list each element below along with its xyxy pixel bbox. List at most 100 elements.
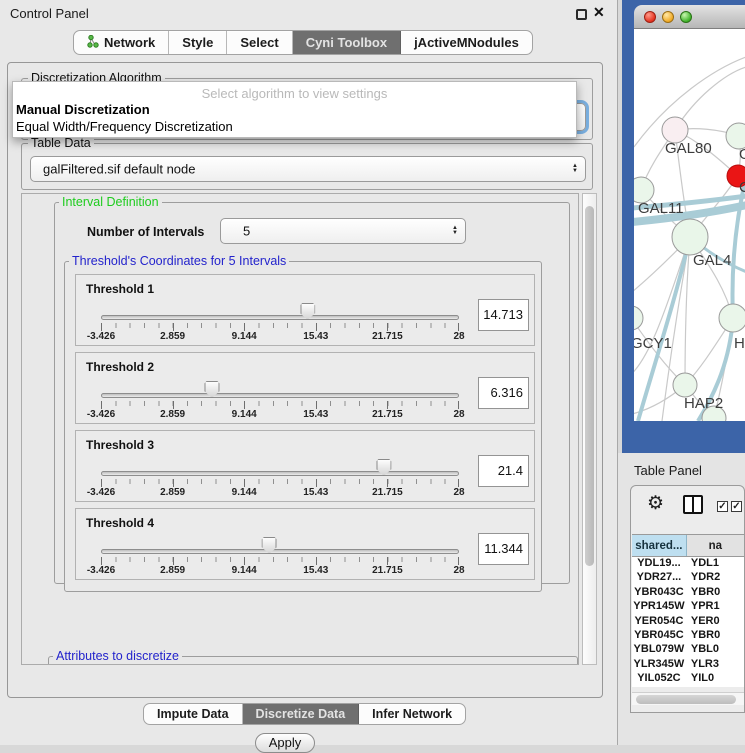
dropdown-option-equal-width-frequency[interactable]: Equal Width/Frequency Discretization	[16, 119, 233, 134]
apply-button[interactable]: Apply	[255, 733, 315, 753]
interval-definition-label: Interval Definition	[59, 195, 162, 209]
threshold-4-value-field[interactable]: 11.344	[478, 533, 529, 565]
tab-label: Network	[104, 35, 155, 50]
tab-label: Infer Network	[372, 707, 452, 721]
tick-labels: -3.426 2.859 9.144 15.43 21.715 28	[101, 565, 459, 577]
table-header-row: shared... na	[632, 534, 744, 557]
network-view-window: GAL80 G C GAL11 GAL4 GCY1 H HAP2	[622, 0, 745, 453]
tab-label: Cyni Toolbox	[306, 35, 387, 50]
node-label: H	[734, 335, 745, 352]
tab-label: Impute Data	[157, 707, 229, 721]
float-window-icon[interactable]	[576, 9, 587, 20]
tab-jactivemnodules[interactable]: jActiveMNodules	[401, 31, 532, 54]
tab-label: Discretize Data	[256, 707, 346, 721]
gear-icon[interactable]: ⚙	[647, 492, 664, 515]
node-label: G	[739, 146, 745, 163]
table-data-groupbox: Table Data galFiltered.sif default node …	[21, 143, 593, 190]
table-row[interactable]: YDL19...YDL1	[632, 557, 744, 571]
dropdown-option-manual-discretization[interactable]: Manual Discretization	[16, 102, 150, 117]
table-row[interactable]: YDR27...YDR2	[632, 571, 744, 585]
table-row[interactable]: YBR045CYBR0	[632, 629, 744, 643]
close-traffic-light-icon[interactable]	[644, 11, 656, 23]
table-row[interactable]: YLR345WYLR3	[632, 658, 744, 672]
control-panel-window: Control Panel ✕ Network Style Select Cyn…	[0, 0, 618, 745]
tab-style[interactable]: Style	[169, 31, 227, 54]
split-columns-icon[interactable]	[683, 495, 703, 514]
node-label: GAL11	[638, 200, 684, 217]
graph-node-gal4	[672, 219, 708, 255]
column-header-shared-name[interactable]: shared...	[632, 535, 687, 556]
table-row[interactable]: YPR145WYPR1	[632, 600, 744, 614]
tab-discretize-data[interactable]: Discretize Data	[243, 704, 360, 724]
table-panel-window: ⚙ ✓ ✓ shared... na YDL19...YDL1 YDR27...…	[630, 485, 745, 713]
table-data-combobox[interactable]: galFiltered.sif default node ▲ ▼	[30, 156, 586, 182]
tab-impute-data[interactable]: Impute Data	[144, 704, 243, 724]
table-toolbar: ⚙ ✓ ✓	[631, 486, 744, 522]
threshold-3-slider-thumb[interactable]	[376, 459, 391, 476]
threshold-1-panel: Threshold 1 -3.426 2.859 9.144 15.43	[75, 274, 535, 346]
threshold-4-panel: Threshold 4 -3.426 2.859 9.144 15.43	[75, 508, 535, 580]
graph-node-hap2	[673, 373, 697, 397]
table-data-value: galFiltered.sif default node	[43, 162, 195, 177]
tick-labels: -3.426 2.859 9.144 15.43 21.715 28	[101, 487, 459, 499]
tab-infer-network[interactable]: Infer Network	[359, 704, 465, 724]
number-of-intervals-value: 5	[243, 224, 250, 239]
attributes-groupbox: Attributes to discretize Numerical Attri…	[48, 656, 578, 665]
table-panel-area: Table Panel ⚙ ✓ ✓ shared... na YDL19...Y…	[618, 453, 745, 745]
threshold-1-slider-thumb[interactable]	[300, 303, 315, 320]
settings-scroll-viewport: Interval Definition Number of Intervals …	[21, 193, 579, 665]
network-icon	[87, 35, 99, 51]
close-icon[interactable]: ✕	[593, 4, 605, 21]
table-row[interactable]: YIL052CYIL0	[632, 672, 744, 686]
node-table: shared... na YDL19...YDL1 YDR27...YDR2 Y…	[632, 534, 744, 687]
table-row[interactable]: YER054CYER0	[632, 615, 744, 629]
scrollbar-thumb[interactable]	[585, 206, 594, 566]
number-of-intervals-combobox[interactable]: 5 ▲ ▼	[220, 218, 466, 244]
attributes-group-label: Attributes to discretize	[53, 649, 182, 663]
tick-marks	[101, 557, 459, 565]
stepper-arrows-icon: ▲ ▼	[452, 226, 458, 236]
graph-node	[719, 304, 745, 332]
table-horizontal-scrollbar[interactable]	[632, 692, 744, 705]
window-title: Control Panel	[10, 6, 89, 21]
network-window-titlebar[interactable]	[634, 5, 745, 29]
tick-labels: -3.426 2.859 9.144 15.43 21.715 28	[101, 331, 459, 343]
thresholds-group-label: Threshold's Coordinates for 5 Intervals	[69, 254, 289, 268]
algorithm-dropdown-popup: Select algorithm to view settings Manual…	[12, 81, 577, 138]
threshold-1-value-field[interactable]: 14.713	[478, 299, 529, 331]
tab-cyni-toolbox[interactable]: Cyni Toolbox	[293, 31, 401, 54]
tick-marks	[101, 401, 459, 409]
stepper-down-icon: ▼	[572, 169, 578, 174]
checkbox-icon[interactable]: ✓	[731, 501, 742, 512]
thresholds-groupbox: Threshold's Coordinates for 5 Intervals …	[64, 261, 542, 592]
column-header-name[interactable]: na	[687, 535, 744, 556]
stepper-arrows-icon: ▲ ▼	[572, 164, 578, 174]
threshold-2-value-field[interactable]: 6.316	[478, 377, 529, 409]
tab-select[interactable]: Select	[227, 31, 292, 54]
table-row[interactable]: YBL079WYBL0	[632, 643, 744, 657]
settings-scrollbar[interactable]	[582, 193, 597, 665]
network-canvas[interactable]: GAL80 G C GAL11 GAL4 GCY1 H HAP2	[634, 29, 745, 421]
zoom-traffic-light-icon[interactable]	[680, 11, 692, 23]
control-panel-tabs: Network Style Select Cyni Toolbox jActiv…	[73, 30, 533, 55]
threshold-2-slider-thumb[interactable]	[204, 381, 219, 398]
number-of-intervals-label: Number of Intervals	[87, 225, 204, 239]
checkbox-icon[interactable]: ✓	[717, 501, 728, 512]
tab-network[interactable]: Network	[74, 31, 169, 54]
tick-labels: -3.426 2.859 9.144 15.43 21.715 28	[101, 409, 459, 421]
threshold-3-value-field[interactable]: 21.4	[478, 455, 529, 487]
table-data-group-label: Table Data	[28, 136, 94, 150]
threshold-4-slider-thumb[interactable]	[262, 537, 277, 554]
node-label: HAP2	[684, 395, 723, 412]
dropdown-prompt: Select algorithm to view settings	[13, 86, 576, 101]
node-label: GCY1	[634, 335, 672, 352]
cyni-toolbox-panel: Discretization Algorithm ▲ ▼ Table Data …	[7, 62, 603, 698]
scrollbar-thumb[interactable]	[636, 695, 736, 704]
tab-label: Select	[240, 35, 278, 50]
table-panel-title: Table Panel	[634, 463, 702, 478]
minimize-traffic-light-icon[interactable]	[662, 11, 674, 23]
node-label: GAL4	[693, 252, 731, 269]
tab-label: Style	[182, 35, 213, 50]
cyni-mode-tabs: Impute Data Discretize Data Infer Networ…	[143, 703, 466, 725]
table-row[interactable]: YBR043CYBR0	[632, 586, 744, 600]
